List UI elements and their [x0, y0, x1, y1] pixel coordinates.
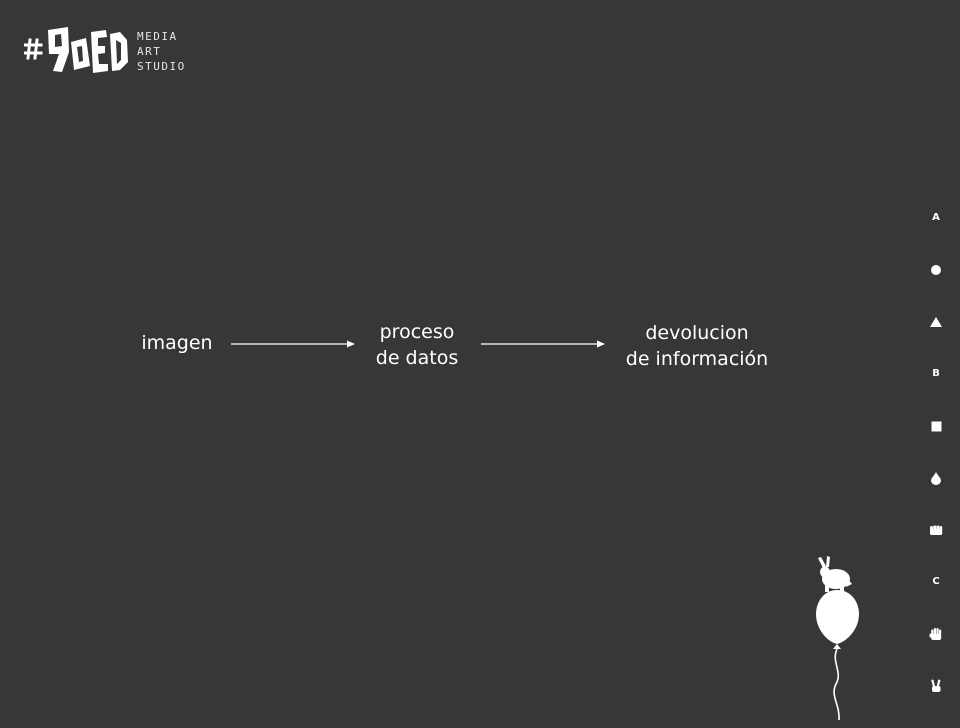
nav-item-b[interactable]: B — [926, 364, 946, 384]
nav-item-fist[interactable] — [926, 520, 946, 540]
logo-line-studio: STUDIO — [137, 60, 186, 73]
rabbit-balloon-icon — [816, 556, 859, 720]
nav-item-circle[interactable] — [926, 260, 946, 280]
nav-item-peace[interactable] — [926, 676, 946, 696]
flow-step-imagen: imagen — [130, 330, 224, 356]
square-icon — [931, 421, 941, 431]
logo-line-media: MEDIA — [137, 30, 178, 43]
flow-step-proceso-line2: de datos — [375, 347, 459, 369]
flow-step-imagen-text: imagen — [141, 332, 213, 354]
drop-icon — [931, 472, 941, 485]
triangle-icon — [930, 317, 942, 327]
letter-a-icon: A — [932, 212, 940, 223]
letter-c-icon: C — [932, 576, 940, 587]
logo-text: MEDIA ART STUDIO — [137, 29, 186, 74]
letter-b-icon: B — [932, 368, 940, 379]
flow-step-devolucion-line1: devolucion — [645, 322, 749, 344]
nav-item-a[interactable]: A — [926, 208, 946, 228]
flow-step-proceso: proceso de datos — [357, 319, 477, 371]
nav-item-open-hand[interactable] — [926, 624, 946, 644]
open-hand-icon — [929, 628, 942, 640]
flow-arrow-1 — [231, 340, 355, 348]
circle-icon — [931, 265, 941, 275]
nav-item-triangle[interactable] — [926, 312, 946, 332]
flow-step-devolucion-line2: de información — [625, 348, 769, 370]
logo-mark-icon — [24, 27, 128, 73]
nav-item-c[interactable]: C — [926, 572, 946, 592]
nav-item-square[interactable] — [926, 416, 946, 436]
flow-arrow-2 — [481, 340, 605, 348]
logo-line-art: ART — [137, 45, 162, 58]
peace-hand-icon — [931, 679, 941, 692]
flow-step-proceso-line1: proceso — [379, 321, 455, 343]
studio-logo[interactable]: MEDIA ART STUDIO — [24, 24, 204, 80]
fist-icon — [930, 525, 943, 535]
side-nav: A B C — [926, 208, 946, 728]
flow-step-devolucion: devolucion de información — [605, 320, 789, 372]
nav-item-drop[interactable] — [926, 468, 946, 488]
